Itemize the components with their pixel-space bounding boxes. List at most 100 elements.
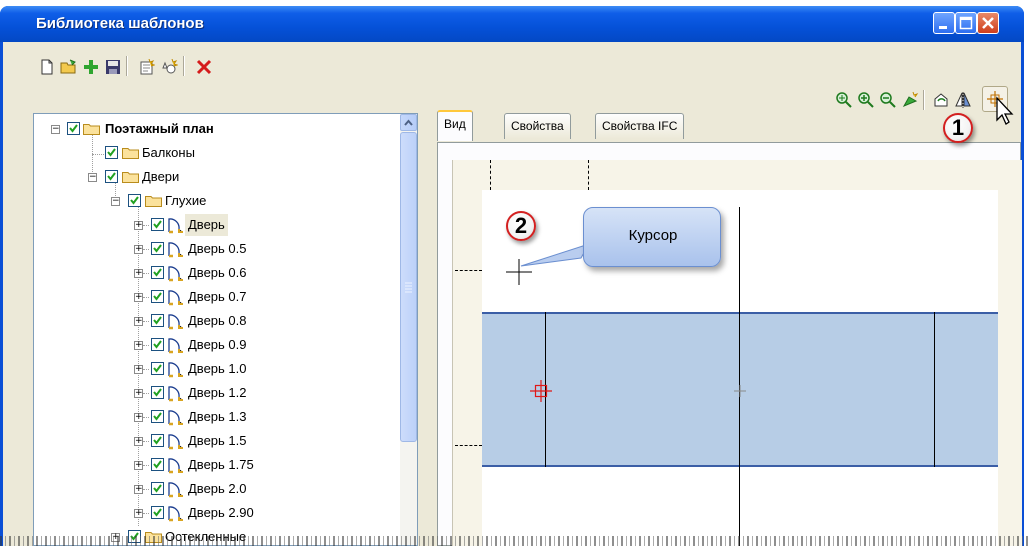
door-icon [167, 336, 183, 354]
tree-node-door[interactable]: + Дверь 1.3 [34, 406, 394, 428]
rotate-icon[interactable] [930, 89, 952, 111]
checkbox-checked-icon[interactable] [151, 434, 164, 447]
checkbox-checked-icon[interactable] [151, 290, 164, 303]
expand-icon[interactable]: + [134, 341, 143, 350]
expand-icon[interactable]: + [134, 293, 143, 302]
checkbox-checked-icon[interactable] [151, 314, 164, 327]
expand-icon[interactable]: + [134, 485, 143, 494]
tree-node-door[interactable]: + Дверь 1.5 [34, 430, 394, 452]
checkbox-checked-icon[interactable] [151, 482, 164, 495]
title-bar[interactable]: Библиотека шаблонов [0, 6, 1024, 42]
expand-icon[interactable]: + [134, 365, 143, 374]
add-icon[interactable] [80, 56, 102, 78]
tree-node-door[interactable]: + Дверь 2.0 [34, 478, 394, 500]
zoom-fit-icon[interactable] [833, 89, 855, 111]
door-icon [167, 408, 183, 426]
expand-icon[interactable]: + [134, 509, 143, 518]
tab-view[interactable]: Вид [437, 110, 473, 141]
expand-icon[interactable]: + [134, 389, 143, 398]
expand-icon[interactable]: + [134, 245, 143, 254]
tree-node-door[interactable]: + Дверь 2.90 [34, 502, 394, 524]
checkbox-checked-icon[interactable] [151, 362, 164, 375]
collapse-icon[interactable]: − [88, 173, 97, 182]
mirror-icon[interactable] [952, 89, 974, 111]
tree-node-door[interactable]: + Дверь 1.0 [34, 358, 394, 380]
checkbox-checked-icon[interactable] [105, 170, 118, 183]
origin-marker-icon [732, 383, 748, 403]
tree-label: Дверь 1.0 [188, 361, 247, 376]
tree-node-door[interactable]: + Дверь [34, 214, 394, 236]
expand-icon[interactable]: + [134, 317, 143, 326]
tree-node-door[interactable]: + Дверь 0.7 [34, 286, 394, 308]
tab-properties[interactable]: Свойства [504, 113, 571, 139]
tree-label: Дверь 1.3 [188, 409, 247, 424]
door-icon [167, 264, 183, 282]
checkbox-checked-icon[interactable] [105, 146, 118, 159]
expand-icon[interactable]: + [134, 413, 143, 422]
template-tree[interactable]: − Поэтажный план Балконы − Двери − Глухи… [33, 113, 418, 546]
tree-label: Дверь 0.5 [188, 241, 247, 256]
checkbox-checked-icon[interactable] [128, 194, 141, 207]
checkbox-checked-icon[interactable] [151, 266, 164, 279]
collapse-icon[interactable]: − [111, 197, 120, 206]
folder-icon [122, 172, 139, 183]
tree-scrollbar[interactable] [400, 114, 417, 545]
delete-icon[interactable] [193, 56, 215, 78]
new-item-star-icon[interactable] [158, 56, 180, 78]
checkbox-checked-icon[interactable] [151, 506, 164, 519]
checkbox-checked-icon[interactable] [151, 458, 164, 471]
expand-icon[interactable]: + [134, 269, 143, 278]
minimize-button[interactable] [933, 12, 955, 34]
tree-node-door[interactable]: + Дверь 1.75 [34, 454, 394, 476]
scroll-thumb[interactable] [400, 132, 417, 442]
door-icon [167, 240, 183, 258]
tree-label: Дверь 1.75 [188, 457, 254, 472]
expand-icon[interactable]: + [134, 437, 143, 446]
tree-node-root[interactable]: − Поэтажный план [34, 118, 394, 140]
tree-line [143, 249, 149, 250]
checkbox-checked-icon[interactable] [151, 386, 164, 399]
tree-node-door[interactable]: + Дверь 1.2 [34, 382, 394, 404]
collapse-icon[interactable]: − [51, 125, 60, 134]
checkbox-checked-icon[interactable] [151, 410, 164, 423]
tree-label: Дверь 1.5 [188, 433, 247, 448]
tree-label: Дверь 0.6 [188, 265, 247, 280]
tree-node-solid[interactable]: − Глухие [34, 190, 394, 212]
tree-node-doors[interactable]: − Двери [34, 166, 394, 188]
maximize-button[interactable] [955, 12, 977, 34]
checkbox-checked-icon[interactable] [67, 122, 80, 135]
open-folder-icon[interactable] [58, 56, 80, 78]
zoom-in-icon[interactable] [855, 89, 877, 111]
pan-icon[interactable] [899, 89, 921, 111]
save-icon[interactable] [102, 56, 124, 78]
tree-label: Дверь 0.7 [188, 289, 247, 304]
toolbar-separator [923, 90, 925, 110]
new-icon[interactable] [36, 56, 58, 78]
door-icon [167, 360, 183, 378]
callout-label: Курсор [628, 227, 678, 244]
tree-node-door[interactable]: + Дверь 0.5 [34, 238, 394, 260]
checkbox-checked-icon[interactable] [151, 242, 164, 255]
tree-line [143, 417, 149, 418]
tree-line [143, 369, 149, 370]
expand-icon[interactable]: + [134, 221, 143, 230]
tree-node-door[interactable]: + Дверь 0.9 [34, 334, 394, 356]
tree-node-balconies[interactable]: Балконы [34, 142, 394, 164]
checkbox-checked-icon[interactable] [151, 338, 164, 351]
expand-icon[interactable]: + [134, 461, 143, 470]
zoom-out-icon[interactable] [877, 89, 899, 111]
guide-line [455, 445, 482, 446]
tree-label: Балконы [142, 145, 195, 160]
tree-label: Дверь 2.0 [188, 481, 247, 496]
scroll-up-button[interactable] [400, 114, 417, 131]
tab-properties-ifc[interactable]: Свойства IFC [595, 113, 685, 139]
tree-label: Дверь 2.90 [188, 505, 254, 520]
tree-node-door[interactable]: + Дверь 0.8 [34, 310, 394, 332]
close-button[interactable] [977, 12, 999, 34]
door-icon [167, 480, 183, 498]
callout-number-1: 1 [943, 113, 973, 143]
tree-node-door[interactable]: + Дверь 0.6 [34, 262, 394, 284]
checkbox-checked-icon[interactable] [151, 218, 164, 231]
folder-icon [83, 124, 100, 135]
new-item-icon[interactable] [136, 56, 158, 78]
